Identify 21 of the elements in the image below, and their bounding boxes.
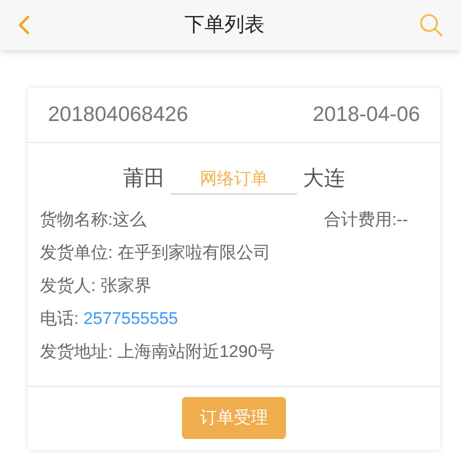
field-value: 上海南站附近1290号 — [117, 341, 274, 364]
order-number: 201804068426 — [48, 102, 188, 128]
accept-order-button[interactable]: 订单受理 — [182, 397, 286, 439]
fee-label: 合计费用: — [324, 209, 397, 232]
origin-city: 莆田 — [123, 166, 165, 192]
fee-value: -- — [396, 209, 408, 232]
field-label: 发货单位: — [40, 242, 114, 264]
destination-city: 大连 — [303, 166, 345, 192]
field-label: 发货地址: — [40, 341, 114, 364]
order-type-label: 网络订单 — [171, 166, 297, 194]
field-label: 货物名称: — [40, 209, 113, 232]
field-value: 这么 — [112, 209, 147, 232]
page-title: 下单列表 — [184, 13, 264, 38]
field-label: 发货人: — [40, 275, 97, 298]
field-label: 电话: — [40, 308, 80, 330]
back-icon[interactable] — [18, 15, 30, 35]
order-date: 2018-04-06 — [312, 102, 420, 128]
field-value: 张家界 — [100, 275, 152, 298]
phone-link[interactable]: 2577555555 — [83, 306, 178, 332]
search-icon[interactable] — [419, 13, 443, 37]
field-value: 在乎到家啦有限公司 — [117, 242, 270, 264]
